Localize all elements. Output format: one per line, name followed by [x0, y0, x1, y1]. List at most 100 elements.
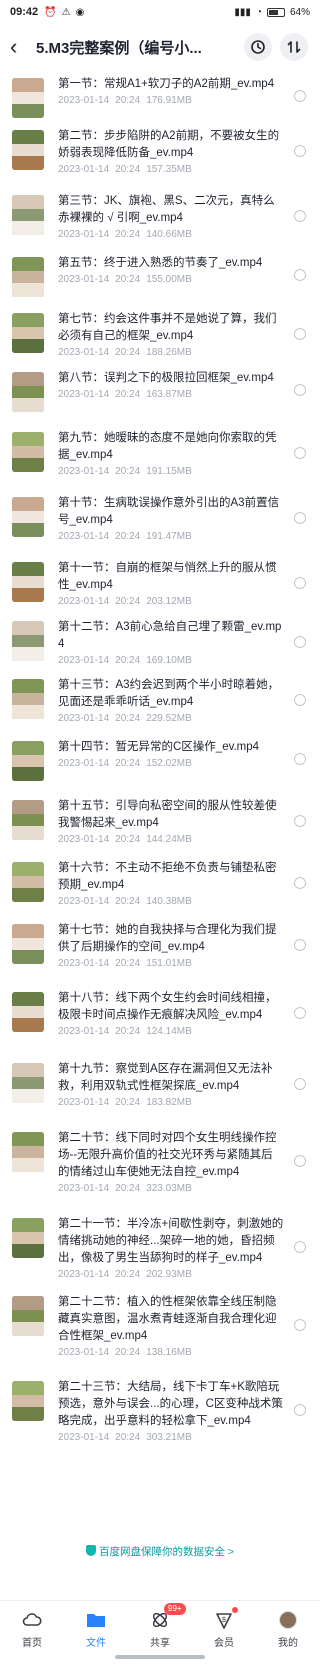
file-row[interactable]: 第十节：生病耽误操作意外引出的A3前置信号_ev.mp4 2023-01-14 20…	[0, 489, 320, 542]
file-date: 2023-01-14	[58, 164, 110, 175]
file-meta: 2023-01-14 20:24 155.00MB	[58, 274, 284, 285]
nav-vip-label: 会员	[214, 1638, 234, 1649]
select-radio[interactable]	[294, 384, 306, 396]
file-date: 2023-01-14	[58, 531, 110, 542]
file-size: 157.35MB	[146, 164, 192, 175]
file-row[interactable]: 第十七节：她的自我抉择与合理化为我们提供了后期操作的空间_ev.mp4 2023-…	[0, 916, 320, 969]
back-arrow-icon[interactable]: ‹	[10, 36, 36, 58]
file-row[interactable]: 第二十三节：大结局，线下卡丁车+K歌陪玩预选，意外与误会...的心理，C区变种战…	[0, 1373, 320, 1443]
select-radio[interactable]	[294, 693, 306, 706]
history-button[interactable]	[244, 33, 272, 61]
file-name: 第十节：生病耽误操作意外引出的A3前置信号_ev.mp4	[58, 497, 280, 526]
file-time: 20:24	[115, 466, 141, 477]
select-radio[interactable]	[294, 753, 306, 765]
select-radio[interactable]	[294, 90, 306, 102]
file-time: 20:24	[115, 1026, 141, 1037]
file-date: 2023-01-14	[58, 958, 110, 969]
video-thumbnail	[12, 862, 44, 902]
select-radio[interactable]	[294, 1404, 306, 1416]
file-info: 第十五节：引导向私密空间的服从性较差使我警惕起来_ev.mp4 2023-01-1…	[58, 792, 306, 845]
file-row[interactable]: 第十八节：线下两个女生约会时间线相撞，极限卡时间点操作无痕解决风险_ev.mp4…	[0, 984, 320, 1037]
select-radio[interactable]	[294, 1077, 306, 1090]
file-row[interactable]: 第十四节：暂无异常的C区操作_ev.mp4 2023-01-14 20:24 152.…	[0, 733, 320, 781]
vip-icon: $	[213, 1609, 235, 1631]
file-row[interactable]: 第二十一节：半冷冻+间歇性剥夺，刺激她的情绪挑动她的神经...架碎一地的她，昏招…	[0, 1210, 320, 1280]
select-radio[interactable]	[294, 1241, 306, 1253]
file-info: 第五节：终于进入熟悉的节奏了_ev.mp4 2023-01-14 20:24 155.…	[58, 249, 306, 297]
nav-profile[interactable]: 我的	[256, 1601, 320, 1664]
file-name: 第八节：误判之下的极限拉回框架_ev.mp4	[58, 372, 274, 384]
file-row[interactable]: 第二十二节：植入的性框架依靠全线压制隐藏真实意图，温水煮青蛙逐渐自我合理化迎合性…	[0, 1288, 320, 1358]
file-row[interactable]: 第七节：约会这件事并不是她说了算，我们必须有自己的框架_ev.mp4 2023-0…	[0, 305, 320, 358]
file-size: 163.87MB	[146, 389, 192, 400]
file-info: 第十六节：不主动不拒绝不负责与铺垫私密预期_ev.mp4 2023-01-14 20…	[58, 854, 306, 907]
select-radio[interactable]	[294, 511, 306, 524]
home-indicator[interactable]	[115, 1655, 205, 1659]
file-name: 第二十节：线下同时对四个女生明线操作控场--无限升高价值的社交光环秀与紧随其后的…	[58, 1132, 277, 1178]
file-row[interactable]: 第十五节：引导向私密空间的服从性较差使我警惕起来_ev.mp4 2023-01-1…	[0, 792, 320, 845]
sort-button[interactable]	[280, 33, 308, 61]
select-radio[interactable]	[294, 209, 306, 222]
video-thumbnail	[12, 741, 44, 781]
profile-avatar	[277, 1609, 299, 1631]
nav-files-label: 文件	[86, 1638, 106, 1649]
video-thumbnail	[12, 679, 44, 719]
file-info: 第三节：JK、旗袍、黑S、二次元，真特么赤裸裸的 √ 引啊_ev.mp4 2023…	[58, 187, 306, 240]
file-row[interactable]: 第十二节：A3前心急给自己埋了颗雷_ev.mp4 2023-01-14 20:24 1…	[0, 613, 320, 666]
file-date: 2023-01-14	[58, 1347, 110, 1358]
file-size: 140.66MB	[146, 229, 192, 240]
file-meta: 2023-01-14 20:24 303.21MB	[58, 1432, 284, 1443]
video-thumbnail	[12, 257, 44, 297]
file-name: 第二十二节：植入的性框架依靠全线压制隐藏真实意图，温水煮青蛙逐渐自我合理化迎合性…	[58, 1296, 277, 1342]
file-meta: 2023-01-14 20:24 140.66MB	[58, 229, 284, 240]
select-radio[interactable]	[294, 446, 306, 459]
file-size: 155.00MB	[146, 274, 192, 285]
file-row[interactable]: 第一节：常规A1+软刀子的A2前期_ev.mp4 2023-01-14 20:24 1…	[0, 70, 320, 118]
file-row[interactable]: 第二十节：线下同时对四个女生明线操作控场--无限升高价值的社交光环秀与紧随其后的…	[0, 1124, 320, 1194]
select-radio[interactable]	[294, 938, 306, 951]
select-radio[interactable]	[294, 635, 306, 648]
select-radio[interactable]	[294, 1006, 306, 1019]
file-size: 138.16MB	[146, 1347, 192, 1358]
data-security-note[interactable]: 百度网盘保障你的数据安全 >	[0, 1544, 320, 1559]
file-row[interactable]: 第九节：她暧昧的态度不是她向你索取的凭据_ev.mp4 2023-01-14 20:…	[0, 424, 320, 477]
history-icon	[251, 40, 265, 54]
file-row[interactable]: 第十九节：察觉到A区存在漏洞但又无法补救，利用双轨式性框架探底_ev.mp4 20…	[0, 1055, 320, 1108]
video-thumbnail	[12, 800, 44, 840]
select-radio[interactable]	[294, 576, 306, 589]
file-row[interactable]: 第五节：终于进入熟悉的节奏了_ev.mp4 2023-01-14 20:24 155.…	[0, 249, 320, 297]
video-thumbnail	[12, 497, 44, 537]
file-size: 169.10MB	[146, 655, 192, 666]
select-radio[interactable]	[294, 327, 306, 340]
video-thumbnail	[12, 562, 44, 602]
status-right: ▮▮▮ ◔ 64%	[234, 7, 310, 18]
file-info: 第十三节：A3约会迟到两个半小时晾着她，见面还是乖乖听话_ev.mp4 2023-…	[58, 671, 306, 724]
select-radio[interactable]	[294, 144, 306, 157]
file-time: 20:24	[115, 1183, 141, 1194]
nav-home[interactable]: 首页	[0, 1601, 64, 1664]
file-date: 2023-01-14	[58, 1097, 110, 1108]
select-radio[interactable]	[294, 876, 306, 889]
file-row[interactable]: 第十六节：不主动不拒绝不负责与铺垫私密预期_ev.mp4 2023-01-14 20…	[0, 854, 320, 907]
file-row[interactable]: 第十三节：A3约会迟到两个半小时晾着她，见面还是乖乖听话_ev.mp4 2023-…	[0, 671, 320, 724]
file-size: 323.03MB	[146, 1183, 192, 1194]
select-radio[interactable]	[294, 814, 306, 827]
file-row[interactable]: 第十一节：自崩的框架与悄然上升的服从惯性_ev.mp4 2023-01-14 20:…	[0, 554, 320, 607]
video-thumbnail	[12, 130, 44, 170]
file-time: 20:24	[115, 958, 141, 969]
status-time: 09:42	[10, 6, 39, 18]
file-row[interactable]: 第八节：误判之下的极限拉回框架_ev.mp4 2023-01-14 20:24 163…	[0, 364, 320, 412]
select-radio[interactable]	[294, 269, 306, 281]
select-radio[interactable]	[294, 1319, 306, 1331]
file-date: 2023-01-14	[58, 466, 110, 477]
folder-title: 5.M3完整案例（编号小...	[36, 39, 202, 57]
select-radio[interactable]	[294, 1155, 306, 1167]
file-row[interactable]: 第三节：JK、旗袍、黑S、二次元，真特么赤裸裸的 √ 引啊_ev.mp4 2023…	[0, 187, 320, 240]
nav-share-label: 共享	[150, 1638, 170, 1649]
file-row[interactable]: 第二节：步步陷阱的A2前期，不要被女生的娇弱表现降低防备_ev.mp4 2023-…	[0, 122, 320, 175]
file-info: 第七节：约会这件事并不是她说了算，我们必须有自己的框架_ev.mp4 2023-0…	[58, 305, 306, 358]
home-cloud-icon	[21, 1609, 43, 1631]
file-time: 20:24	[115, 95, 141, 106]
file-time: 20:24	[115, 1432, 141, 1443]
file-info: 第一节：常规A1+软刀子的A2前期_ev.mp4 2023-01-14 20:24 1…	[58, 70, 306, 118]
